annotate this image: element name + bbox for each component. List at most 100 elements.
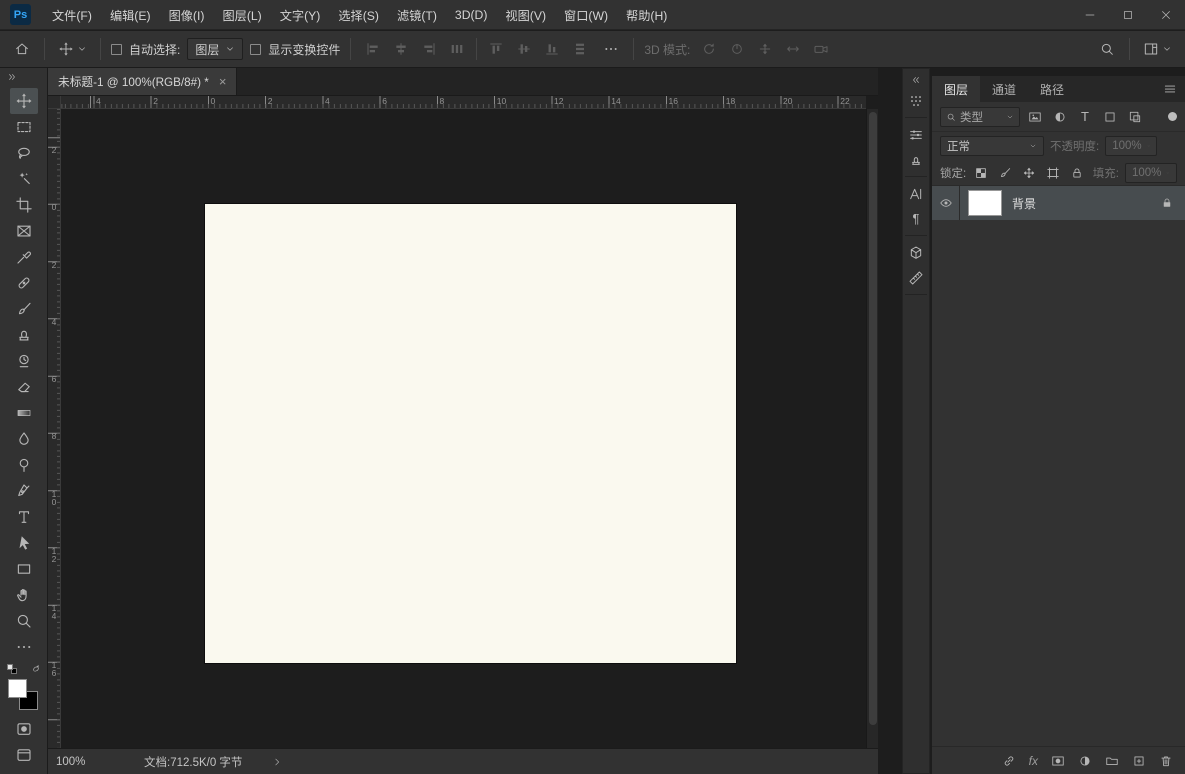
- align-center-horizontal-icon[interactable]: [389, 37, 413, 61]
- blend-mode-dropdown[interactable]: 正常: [940, 136, 1044, 156]
- 3d-orbit-icon[interactable]: [697, 37, 721, 61]
- tool-gradient[interactable]: [10, 400, 38, 426]
- more-options-icon[interactable]: [599, 37, 623, 61]
- lock-position-icon[interactable]: [1020, 164, 1038, 182]
- lock-image-icon[interactable]: [996, 164, 1014, 182]
- tool-eraser[interactable]: [10, 374, 38, 400]
- character-panel-icon[interactable]: [904, 181, 928, 206]
- filter-pixel-layers-icon[interactable]: [1025, 107, 1045, 127]
- menu-item[interactable]: 帮助(H): [617, 0, 676, 29]
- document-tab[interactable]: 未标题-1 @ 100%(RGB/8#) * ×: [48, 68, 237, 95]
- 3d-camera-icon[interactable]: [809, 37, 833, 61]
- close-button[interactable]: [1147, 0, 1185, 29]
- panel-tab[interactable]: 图层: [932, 76, 980, 102]
- status-options-icon[interactable]: [272, 757, 282, 767]
- align-left-icon[interactable]: [361, 37, 385, 61]
- expand-panels-icon[interactable]: [911, 72, 921, 88]
- layer-visibility-toggle[interactable]: [932, 186, 960, 220]
- 3d-roll-icon[interactable]: [725, 37, 749, 61]
- link-layers-icon[interactable]: [1002, 754, 1016, 768]
- filter-shape-layers-icon[interactable]: [1100, 107, 1120, 127]
- tool-object-selection[interactable]: [10, 166, 38, 192]
- opacity-dropdown[interactable]: 100%: [1105, 136, 1157, 156]
- menu-item[interactable]: 滤镜(T): [388, 0, 446, 29]
- add-layer-mask-icon[interactable]: [1051, 754, 1065, 768]
- app-icon[interactable]: Ps: [10, 4, 31, 25]
- tool-brush[interactable]: [10, 296, 38, 322]
- align-middle-icon[interactable]: [512, 37, 536, 61]
- edit-toolbar-icon[interactable]: [10, 634, 38, 660]
- lock-artboard-icon[interactable]: [1044, 164, 1062, 182]
- tab-close-icon[interactable]: ×: [219, 74, 227, 89]
- distribute-vertical-icon[interactable]: [568, 37, 592, 61]
- menu-item[interactable]: 选择(S): [329, 0, 388, 29]
- horizontal-ruler[interactable]: 420246810121416182022: [61, 96, 866, 109]
- tool-crop[interactable]: [10, 192, 38, 218]
- vertical-scrollbar[interactable]: [866, 109, 878, 748]
- current-tool-badge[interactable]: [55, 39, 90, 59]
- tool-rectangular-marquee[interactable]: [10, 114, 38, 140]
- clone-source-panel-icon[interactable]: [904, 147, 928, 172]
- lock-all-icon[interactable]: [1068, 164, 1086, 182]
- 3d-slide-icon[interactable]: [781, 37, 805, 61]
- brush-settings-panel-icon[interactable]: [904, 122, 928, 147]
- fill-dropdown[interactable]: 100%: [1125, 163, 1177, 183]
- tool-horizontal-type[interactable]: [10, 504, 38, 530]
- filter-smart-objects-icon[interactable]: [1125, 107, 1145, 127]
- tool-zoom[interactable]: [10, 608, 38, 634]
- layer-row[interactable]: 背景: [932, 186, 1185, 220]
- menu-item[interactable]: 窗口(W): [555, 0, 617, 29]
- tool-dodge[interactable]: [10, 452, 38, 478]
- menu-item[interactable]: 视图(V): [496, 0, 555, 29]
- filter-adjustment-layers-icon[interactable]: [1050, 107, 1070, 127]
- paragraph-panel-icon[interactable]: ¶: [904, 206, 928, 231]
- align-right-icon[interactable]: [417, 37, 441, 61]
- zoom-level-field[interactable]: 100%: [56, 756, 96, 768]
- canvas[interactable]: [205, 204, 736, 663]
- auto-select-dropdown[interactable]: 图层: [187, 38, 243, 60]
- filter-type-layers-icon[interactable]: T: [1075, 107, 1095, 127]
- menu-item[interactable]: 文件(F): [43, 0, 101, 29]
- filter-toggle[interactable]: [1168, 112, 1177, 121]
- menu-item[interactable]: 图层(L): [213, 0, 270, 29]
- toolbar-collapse-icon[interactable]: [7, 72, 17, 82]
- panel-tab[interactable]: 路径: [1028, 76, 1076, 102]
- new-group-icon[interactable]: [1105, 754, 1119, 768]
- 3d-pan-icon[interactable]: [753, 37, 777, 61]
- tool-frame[interactable]: [10, 218, 38, 244]
- delete-layer-icon[interactable]: [1159, 754, 1173, 768]
- tool-pen[interactable]: [10, 478, 38, 504]
- maximize-button[interactable]: [1109, 0, 1147, 29]
- menu-item[interactable]: 编辑(E): [101, 0, 160, 29]
- ruler-origin-corner[interactable]: [48, 96, 61, 109]
- tool-blur[interactable]: [10, 426, 38, 452]
- tool-spot-healing-brush[interactable]: [10, 270, 38, 296]
- default-colors-icon[interactable]: [7, 664, 19, 676]
- brushes-panel-icon[interactable]: [904, 88, 928, 113]
- filter-type-dropdown[interactable]: 类型: [940, 107, 1020, 127]
- menu-item[interactable]: 图像(I): [160, 0, 214, 29]
- align-top-icon[interactable]: [484, 37, 508, 61]
- tool-rectangle-shape[interactable]: [10, 556, 38, 582]
- tool-move[interactable]: [10, 88, 38, 114]
- measurement-log-panel-icon[interactable]: [904, 265, 928, 290]
- auto-select-checkbox[interactable]: [111, 44, 122, 55]
- layer-style-icon[interactable]: fx: [1029, 754, 1038, 768]
- foreground-color-swatch[interactable]: [8, 679, 27, 698]
- menu-item[interactable]: 3D(D): [446, 0, 497, 29]
- tool-path-selection[interactable]: [10, 530, 38, 556]
- tool-eyedropper[interactable]: [10, 244, 38, 270]
- tool-history-brush[interactable]: [10, 348, 38, 374]
- minimize-button[interactable]: [1071, 0, 1109, 29]
- panel-tab[interactable]: 通道: [980, 76, 1028, 102]
- 3d-panel-icon[interactable]: [904, 240, 928, 265]
- quick-mask-icon[interactable]: [10, 716, 38, 742]
- tool-clone-stamp[interactable]: [10, 322, 38, 348]
- lock-transparency-icon[interactable]: [972, 164, 990, 182]
- new-layer-icon[interactable]: [1132, 754, 1146, 768]
- home-icon[interactable]: [10, 37, 34, 61]
- new-adjustment-layer-icon[interactable]: [1078, 754, 1092, 768]
- screen-mode-icon[interactable]: [10, 742, 38, 768]
- panel-menu-icon[interactable]: [1155, 76, 1185, 102]
- tool-lasso[interactable]: [10, 140, 38, 166]
